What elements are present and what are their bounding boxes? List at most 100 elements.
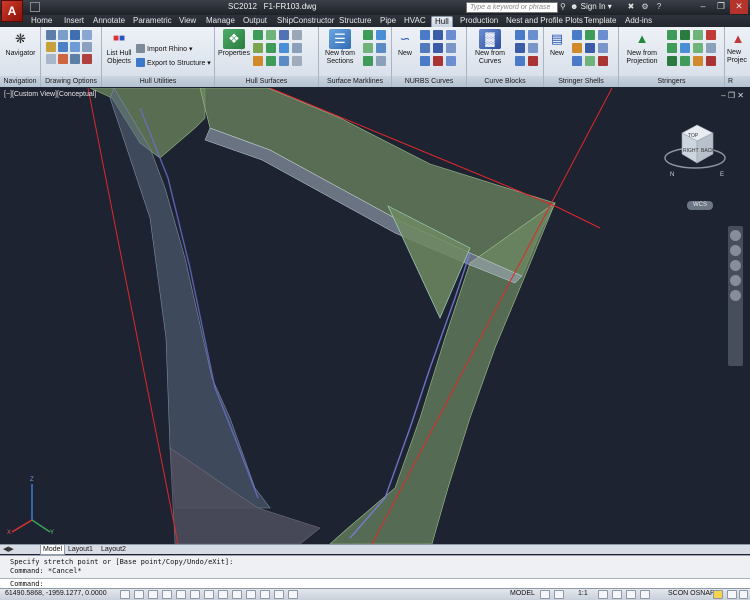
stringer-edit-icon[interactable] (680, 30, 690, 40)
layout-tab-model[interactable]: Model (40, 545, 66, 555)
quick-view-drawings-icon[interactable] (554, 590, 564, 599)
curve-offset-icon[interactable] (420, 43, 430, 53)
grid-icon[interactable] (82, 30, 92, 40)
auto-scale-icon[interactable] (612, 590, 622, 599)
annotation-visibility-icon[interactable] (598, 590, 608, 599)
tab-manage[interactable]: Manage (203, 16, 238, 27)
color-icon[interactable] (58, 54, 68, 64)
viewport-window-buttons[interactable]: – ❐ ✕ (721, 91, 744, 100)
shell-copy-icon[interactable] (598, 43, 608, 53)
tab-template[interactable]: Template (581, 16, 619, 27)
curve-split-icon[interactable] (446, 30, 456, 40)
search-input[interactable]: Type a keyword or phrase (466, 2, 558, 13)
block-join-icon[interactable] (528, 43, 538, 53)
layer-icon[interactable] (58, 30, 68, 40)
navigator-button[interactable]: ❋ Navigator (3, 29, 38, 58)
lineweight-icon[interactable] (246, 590, 256, 599)
orbit-icon[interactable] (730, 275, 741, 286)
markline-icon[interactable] (363, 30, 373, 40)
delete-icon[interactable] (82, 54, 92, 64)
view-icon[interactable] (70, 30, 80, 40)
import-rhino-button[interactable]: Import Rhino ▾ (136, 44, 193, 55)
lock-icon[interactable] (46, 54, 56, 64)
curve-edit-icon[interactable] (420, 30, 430, 40)
tab-pipe[interactable]: Pipe (377, 16, 399, 27)
stringer-icon[interactable] (667, 30, 677, 40)
shade-icon[interactable] (70, 54, 80, 64)
scon-osnap-toggle[interactable]: SCON OSNAP (668, 590, 715, 597)
tab-hvac[interactable]: HVAC (401, 16, 429, 27)
application-menu-button[interactable]: A (1, 0, 23, 22)
shell-delete-icon[interactable] (598, 56, 608, 66)
tab-structure[interactable]: Structure (336, 16, 374, 27)
pan-icon[interactable] (730, 245, 741, 256)
tab-nest-and-profile-plots[interactable]: Nest and Profile Plots (503, 16, 586, 27)
layout-tab-layout1[interactable]: Layout1 (66, 545, 95, 555)
zoom-icon[interactable] (730, 260, 741, 271)
surface-delete-icon[interactable] (292, 56, 302, 66)
otrack-icon[interactable] (204, 590, 214, 599)
lock-ui-icon[interactable] (640, 590, 650, 599)
shell-fix-icon[interactable] (572, 43, 582, 53)
stringer-list-icon[interactable] (706, 43, 716, 53)
coordinates-readout[interactable]: 61490.5868, -1959.1277, 0.0000 (5, 590, 107, 597)
block-delete-icon[interactable] (528, 56, 538, 66)
shell-split-icon[interactable] (585, 56, 595, 66)
clean-screen-icon[interactable] (739, 590, 748, 599)
viewport-controls-label[interactable]: [−][Custom View][Conceptual] (4, 91, 96, 98)
table-icon[interactable] (82, 42, 92, 52)
binoculars-icon[interactable]: ⚲ (560, 2, 566, 11)
export-to-structure-button[interactable]: Export to Structure ▾ (136, 58, 211, 69)
tab-hull[interactable]: Hull (431, 16, 453, 27)
sign-in-button[interactable]: ☻ Sign In ▾ (570, 2, 612, 11)
stringer-copy-icon[interactable] (693, 30, 703, 40)
stringer-offset-icon[interactable] (680, 43, 690, 53)
showmotion-icon[interactable] (730, 290, 741, 301)
stringer-extend-icon[interactable] (680, 56, 690, 66)
shell-join-icon[interactable] (585, 43, 595, 53)
close-icon[interactable]: ✕ (730, 0, 748, 14)
curve-delete-icon[interactable] (433, 56, 443, 66)
exchange-icon[interactable]: ✖ (626, 2, 636, 12)
model-space-toggle[interactable]: MODEL (510, 590, 535, 597)
restore-icon[interactable]: ❐ (712, 0, 730, 14)
new-projection-button[interactable]: ▲ New Projec (727, 29, 750, 65)
tab-view[interactable]: View (176, 16, 199, 27)
snap-icon[interactable] (120, 590, 130, 599)
shell-offset-icon[interactable] (598, 30, 608, 40)
list-hull-objects-button[interactable]: ■ ■ List Hull Objects (103, 29, 135, 66)
stringer-fix-icon[interactable] (693, 56, 703, 66)
stringer-split-icon[interactable] (693, 43, 703, 53)
osnap-icon[interactable] (176, 590, 186, 599)
new-stringer-shell-button[interactable]: ▤ New (545, 29, 569, 58)
hardware-acceleration-icon[interactable] (713, 590, 723, 599)
markline-delete-icon[interactable] (376, 56, 386, 66)
quick-properties-icon[interactable] (274, 590, 284, 599)
model-viewport[interactable]: [−][Custom View][Conceptual] – ❐ ✕ TOP R… (0, 88, 750, 544)
surface-mirror-icon[interactable] (279, 56, 289, 66)
ortho-icon[interactable] (148, 590, 158, 599)
layout-tab-layout2[interactable]: Layout2 (99, 545, 128, 555)
markline-edit-icon[interactable] (376, 30, 386, 40)
block-edit-icon[interactable] (515, 30, 525, 40)
transparency-icon[interactable] (260, 590, 270, 599)
cube-icon[interactable] (58, 42, 68, 52)
curve-copy-icon[interactable] (420, 56, 430, 66)
minimize-icon[interactable]: – (694, 0, 712, 14)
polar-icon[interactable] (162, 590, 172, 599)
curve-join-icon[interactable] (433, 30, 443, 40)
tab-shipconstructor[interactable]: ShipConstructor (274, 16, 337, 27)
wcs-menu[interactable]: WCS (687, 201, 713, 210)
tab-parametric[interactable]: Parametric (130, 16, 175, 27)
curve-trim-icon[interactable] (433, 43, 443, 53)
stringer-delete-icon[interactable] (706, 56, 716, 66)
block-copy-icon[interactable] (528, 30, 538, 40)
block-split-icon[interactable] (515, 43, 525, 53)
dyn-icon[interactable] (232, 590, 242, 599)
surface-edit-icon[interactable] (279, 30, 289, 40)
hull-model-drawing[interactable] (0, 88, 750, 544)
block-list-icon[interactable] (515, 56, 525, 66)
markline-trim-icon[interactable] (363, 43, 373, 53)
markline-copy-icon[interactable] (363, 56, 373, 66)
pencil-icon[interactable] (46, 42, 56, 52)
